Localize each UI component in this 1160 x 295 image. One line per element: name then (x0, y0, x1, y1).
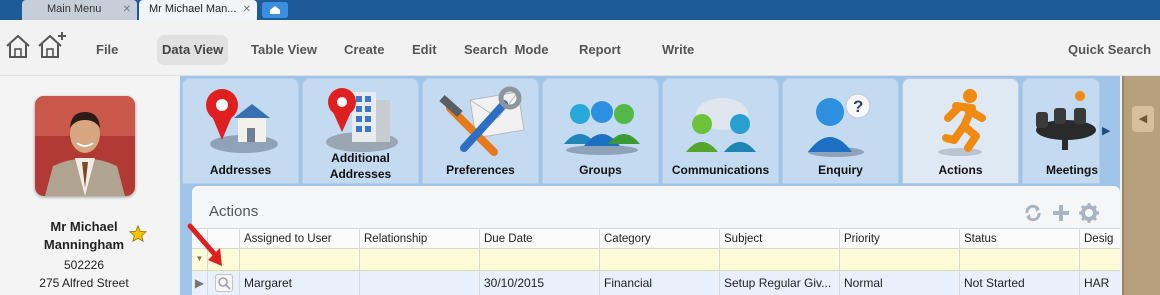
running-man-icon (938, 89, 986, 156)
table-row[interactable]: ▶ Margaret 30/10/2015 Financial Setup Re… (192, 271, 1120, 295)
svg-text:?: ? (853, 97, 863, 116)
contact-photo (35, 96, 135, 196)
column-header-due-date[interactable]: Due Date (480, 229, 600, 248)
filter-cell[interactable] (240, 249, 360, 270)
column-header-category[interactable]: Category (600, 229, 720, 248)
add-icon[interactable] (1050, 202, 1072, 224)
module-addresses[interactable]: Addresses (182, 78, 299, 184)
filter-cell[interactable] (480, 249, 600, 270)
document-tab-strip: Main Menu ✕ Mr Michael Man... ✕ (0, 0, 1160, 20)
tools-envelope-icon (439, 86, 525, 156)
module-label: Additional Addresses (329, 151, 392, 181)
scroll-right-icon[interactable]: ▶ (1102, 124, 1110, 137)
module-communications[interactable]: Communications (662, 78, 779, 184)
menu-file[interactable]: File (91, 35, 123, 65)
menu-report[interactable]: Report (574, 35, 626, 65)
menu-write[interactable]: Write (657, 35, 699, 65)
cell-assigned-to-user: Margaret (240, 271, 360, 295)
cell-priority: Normal (840, 271, 960, 295)
module-groups[interactable]: Groups (542, 78, 659, 184)
row-indicator-icon: ▶ (192, 271, 208, 295)
column-header-relationship[interactable]: Relationship (360, 229, 480, 248)
annotation-arrow-icon (187, 223, 222, 266)
view-cell (208, 271, 240, 295)
contact-summary-panel: Mr Michael Manningham 502226 275 Alfred … (0, 76, 178, 295)
grid-header-row: Assigned to User Relationship Due Date C… (192, 228, 1120, 249)
meeting-table-icon (1036, 91, 1096, 150)
cell-status: Not Started (960, 271, 1080, 295)
tab-main-menu[interactable]: Main Menu ✕ (22, 0, 137, 20)
module-additional-addresses[interactable]: Additional Addresses (302, 78, 419, 184)
filter-cell[interactable] (600, 249, 720, 270)
map-pin-building-icon (326, 88, 398, 152)
settings-icon[interactable] (1078, 202, 1100, 224)
module-label: Actions (938, 163, 983, 177)
filter-cell[interactable] (1080, 249, 1120, 270)
contact-address: 275 Alfred Street (39, 276, 129, 290)
main-toolbar: File Data View Table View Create Edit Se… (0, 20, 1160, 76)
module-label: Groups (579, 163, 622, 177)
module-meetings[interactable]: Meetings (1022, 78, 1100, 184)
module-label: Enquiry (818, 163, 863, 177)
cell-designation: HAR (1084, 276, 1110, 290)
contact-id: 502226 (63, 258, 105, 272)
column-header-subject[interactable]: Subject (720, 229, 840, 248)
panel-title: Actions (209, 203, 259, 220)
chat-people-icon (686, 98, 756, 152)
cell-subject: Setup Regular Giv... (720, 271, 840, 295)
panel-toolbar (1022, 202, 1100, 224)
menu-edit[interactable]: Edit (407, 35, 442, 65)
new-tab-home-icon[interactable] (262, 2, 288, 18)
tab-label: Main Menu (47, 3, 102, 15)
map-pin-house-icon (206, 89, 278, 153)
refresh-icon[interactable] (1022, 202, 1044, 224)
cell-due-date: 30/10/2015 (480, 271, 600, 295)
magnifier-icon[interactable] (215, 274, 233, 292)
tab-close-icon[interactable]: ✕ (243, 0, 251, 19)
column-header-status[interactable]: Status (960, 229, 1080, 248)
grid-filter-row: ▼ (192, 249, 1120, 271)
column-header-assigned-to-user[interactable]: Assigned to User (240, 229, 360, 248)
favourite-star-icon[interactable] (129, 225, 147, 242)
person-question-icon: ? (808, 93, 871, 157)
quick-search-button[interactable]: Quick Search (1068, 35, 1151, 65)
menu-data-view[interactable]: Data View (157, 35, 229, 65)
module-label: Preferences (446, 163, 515, 177)
filter-cell[interactable] (960, 249, 1080, 270)
group-people-icon (564, 101, 640, 155)
module-label: Meetings (1046, 163, 1099, 177)
add-home-icon[interactable] (36, 30, 68, 60)
column-header-designation[interactable]: Desig (1080, 229, 1120, 248)
menu-table-view[interactable]: Table View (246, 35, 322, 65)
home-icon[interactable] (4, 32, 32, 60)
column-header-priority[interactable]: Priority (840, 229, 960, 248)
side-panel-handle[interactable]: ◀ (1122, 76, 1160, 295)
collapse-left-icon[interactable]: ◀ (1132, 106, 1154, 132)
filter-cell[interactable] (840, 249, 960, 270)
module-preferences[interactable]: Preferences (422, 78, 539, 184)
filter-cell[interactable] (720, 249, 840, 270)
actions-panel: Actions Assigned to User Relationship Du… (192, 186, 1120, 295)
module-label: Addresses (209, 163, 272, 177)
module-label: Communications (671, 163, 770, 177)
module-enquiry[interactable]: ? Enquiry (782, 78, 899, 184)
filter-cell[interactable] (360, 249, 480, 270)
cell-category: Financial (600, 271, 720, 295)
menu-create[interactable]: Create (339, 35, 389, 65)
cell-relationship (360, 271, 480, 295)
module-actions[interactable]: Actions (902, 78, 1019, 184)
tab-label: Mr Michael Man... (149, 3, 237, 15)
tab-close-icon[interactable]: ✕ (123, 0, 131, 19)
tab-contact[interactable]: Mr Michael Man... ✕ (139, 0, 257, 20)
menu-search-mode[interactable]: Search Mode (459, 35, 554, 65)
